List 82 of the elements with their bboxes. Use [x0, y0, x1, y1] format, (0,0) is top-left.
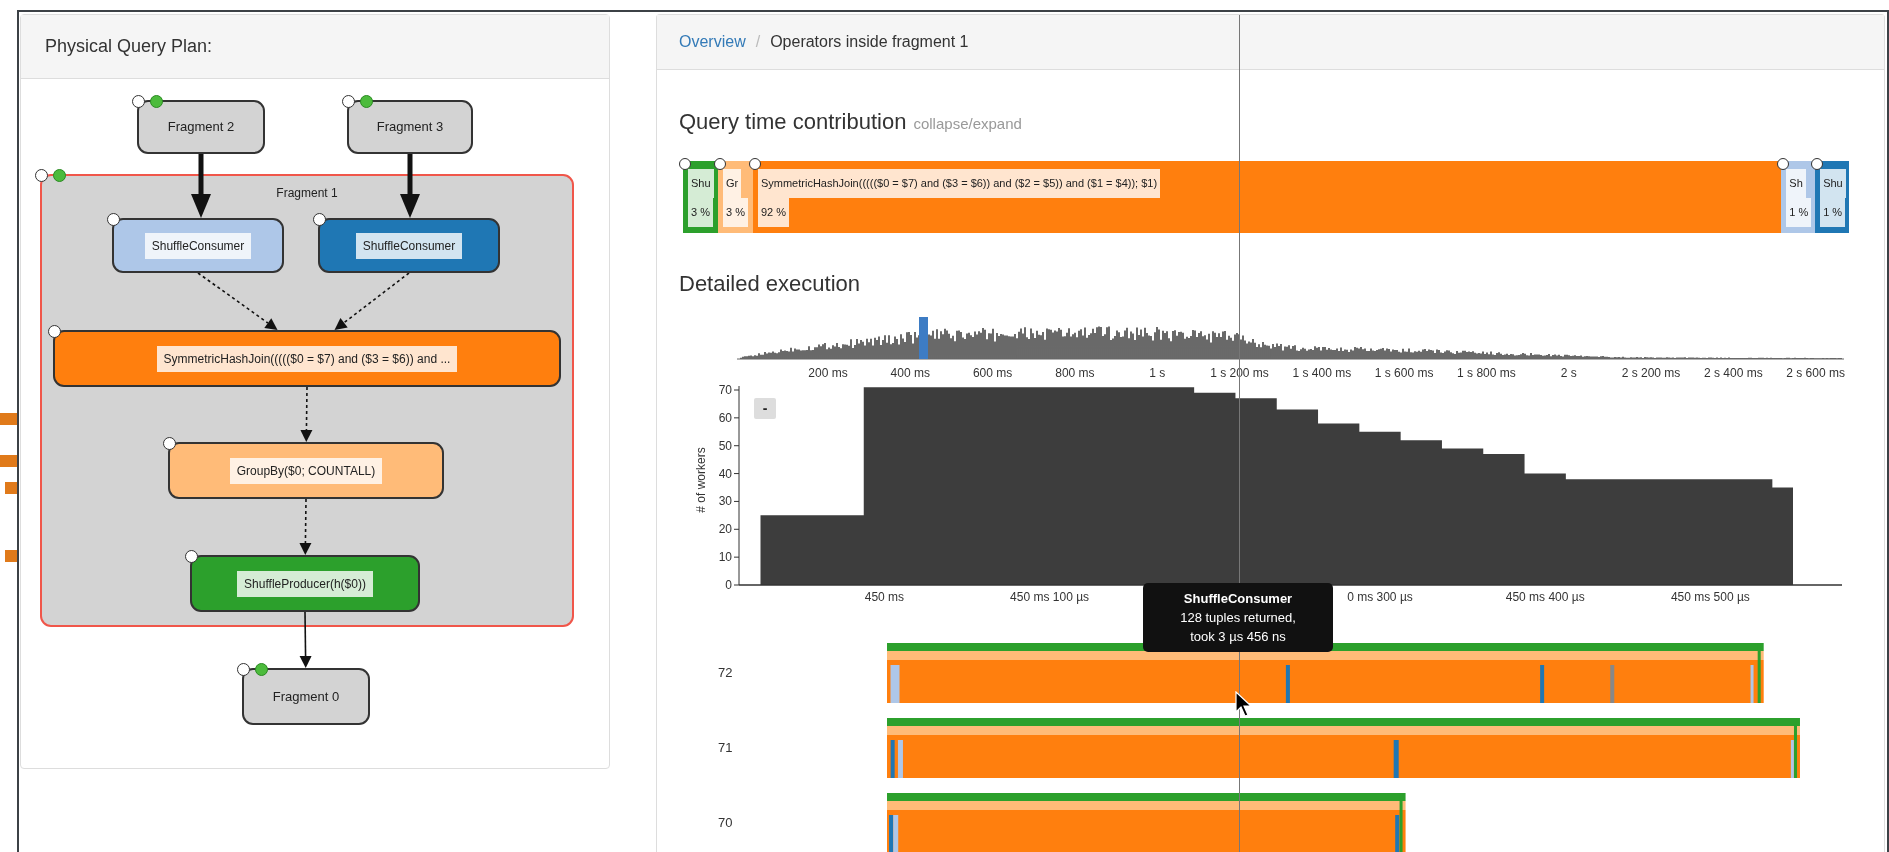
node-label: ShuffleConsumer — [144, 232, 252, 259]
node-label: Fragment 3 — [375, 118, 445, 137]
tick-label: 0 — [725, 578, 732, 592]
tick-label: 50 — [718, 438, 732, 453]
segment-name: SymmetricHashJoin((((($0 = $7) and ($3 = $6)) and ($2 = $5)) and ($1 = $4)); $1) — [757, 169, 1161, 198]
tick-label: 600 ms — [972, 366, 1013, 380]
tick-label: 40 — [718, 466, 732, 481]
node-label: SymmetricHashJoin((((($0 = $7) and ($3 = $6)) and ... — [156, 345, 458, 372]
tick-label: 1 s — [1149, 366, 1166, 380]
tick-label: 800 ms — [1055, 366, 1095, 380]
segment-percent: 92 % — [757, 198, 789, 227]
node-handle[interactable] — [342, 95, 355, 108]
arrow — [400, 154, 420, 218]
segment-name: Shu — [688, 169, 714, 198]
plan-node[interactable]: Fragment 0 — [242, 668, 370, 725]
node-label: ShuffleProducer(h($0)) — [237, 570, 373, 597]
tick-label: 1 s 600 ms — [1374, 366, 1434, 380]
tick-label: 2 s 600 ms — [1786, 366, 1845, 380]
tick-label: 1 s 400 ms — [1292, 366, 1352, 380]
node-handle[interactable] — [237, 663, 250, 676]
plan-node[interactable]: SymmetricHashJoin((((($0 = $7) and ($3 = $6)) and ... — [53, 330, 561, 387]
group-label: Fragment 1 — [276, 185, 338, 202]
segment-name: Sh — [1786, 169, 1806, 198]
tick-label: 30 — [718, 494, 732, 509]
segment-handle[interactable] — [1811, 158, 1824, 170]
breadcrumb-current: Operators inside fragment 1 — [770, 32, 969, 52]
plan-node[interactable]: ShuffleConsumer — [318, 218, 500, 273]
segment-name: Gr — [722, 169, 742, 198]
tick-label: 400 ms — [890, 366, 930, 380]
segment-percent: 3 % — [688, 198, 713, 227]
segment-name: Shu — [1820, 169, 1846, 198]
arrow — [191, 154, 211, 218]
section-title: Query time contribution — [679, 108, 907, 136]
tick-label: 0 ms 300 µs — [1347, 590, 1413, 604]
tick-label: 60 — [718, 410, 732, 425]
axis-title: # of workers — [694, 447, 708, 513]
tick-label: 450 ms 100 µs — [1010, 590, 1090, 604]
tick-label: 450 ms 400 µs — [1505, 590, 1585, 604]
tooltip-text: 128 tuples returned, — [1179, 609, 1297, 627]
tick-label: 200 ms — [808, 366, 848, 380]
segment-percent: 1 % — [1786, 198, 1812, 227]
tooltip-title: ShuffleConsumer — [1182, 590, 1294, 608]
tick-label: 70 — [718, 383, 732, 397]
tick-label: 2 s — [1560, 366, 1577, 380]
segment-handle[interactable] — [679, 158, 691, 170]
segment-percent: 3 % — [722, 198, 748, 227]
tooltip-text: took 3 µs 456 ns — [1189, 628, 1287, 646]
tick-label: 1 s 800 ms — [1457, 366, 1516, 380]
section-title: Detailed execution — [679, 270, 861, 298]
row-label: 70 — [717, 814, 734, 833]
tick-label: 450 ms 500 µs — [1670, 590, 1750, 604]
arrow — [300, 386, 313, 442]
time-segment[interactable]: SymmetricHashJoin((((($0 = $7) and ($3 = $6)) and ($2 = $5)) and ($1 = $4)); $1) 92 % — [752, 161, 1782, 233]
row-label: 72 — [717, 664, 734, 683]
plan-node[interactable]: GroupBy($0; COUNTALL) — [168, 442, 444, 499]
plan-node[interactable]: ShuffleConsumer — [112, 218, 284, 273]
tick-label: 450 ms — [864, 590, 905, 604]
plan-node[interactable]: Fragment 2 — [137, 100, 265, 154]
arrow — [299, 498, 312, 555]
plan-node[interactable]: ShuffleProducer(h($0)) — [190, 555, 420, 612]
mouse-cursor-icon — [1235, 691, 1253, 717]
row-label: 71 — [717, 739, 734, 758]
collapse-button[interactable]: - — [754, 398, 776, 419]
node-label: GroupBy($0; COUNTALL) — [229, 457, 383, 484]
segment-handle[interactable] — [1777, 158, 1790, 170]
node-label: Fragment 0 — [271, 687, 341, 706]
breadcrumb-separator: / — [755, 32, 761, 52]
arrow — [299, 611, 312, 668]
brush-handle[interactable] — [919, 317, 928, 359]
breadcrumb-link[interactable]: Overview — [679, 30, 746, 54]
node-handle[interactable] — [132, 95, 145, 108]
tick-label: 10 — [718, 550, 732, 565]
node-handle[interactable] — [35, 169, 48, 182]
plan-node[interactable]: Fragment 3 — [347, 100, 473, 154]
segment-percent: 1 % — [1820, 198, 1846, 227]
time-segment[interactable]: Gr 3 % — [717, 161, 753, 233]
tick-label: 20 — [718, 522, 732, 537]
node-label: ShuffleConsumer — [355, 232, 463, 259]
node-label: Fragment 2 — [166, 118, 236, 137]
tick-label: 2 s 200 ms — [1621, 366, 1681, 380]
panel-title: Physical Query Plan: — [45, 35, 213, 58]
tick-label: 2 s 400 ms — [1703, 366, 1763, 380]
